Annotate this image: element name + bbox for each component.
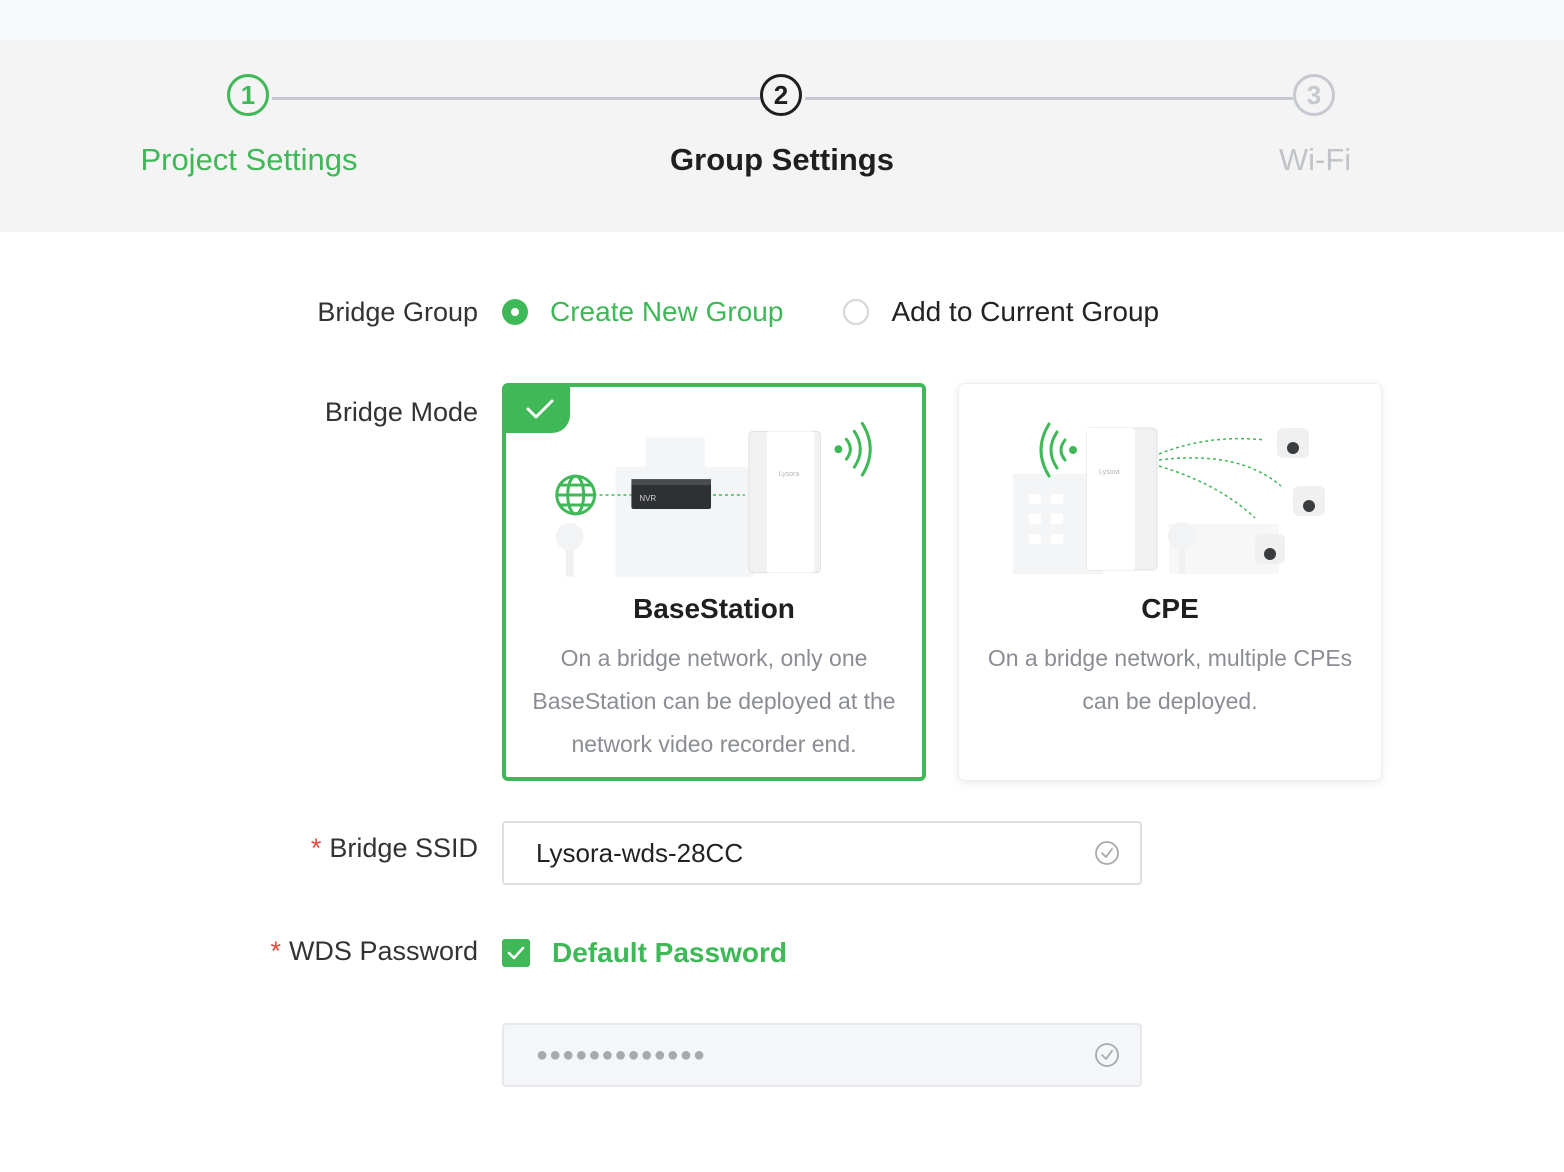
radio-create-new-group[interactable]: Create New Group: [502, 296, 783, 328]
check-icon: [507, 946, 525, 960]
wifi-signal-icon: [834, 421, 872, 477]
default-password-label: Default Password: [552, 937, 787, 968]
step-1-icon[interactable]: 1: [227, 74, 269, 116]
basestation-desc-line-3: network video recorder end.: [571, 731, 857, 757]
step-2-label: Group Settings: [670, 142, 894, 177]
cpe-desc-line-2: can be deployed.: [1082, 688, 1258, 714]
bridge-device-icon: Lysora: [1086, 427, 1158, 571]
step-3-icon: 3: [1293, 74, 1335, 116]
radio-create-new-group-label: Create New Group: [550, 296, 784, 327]
camera-icon: [1255, 534, 1285, 564]
step-3-number: 3: [1306, 79, 1322, 110]
cpe-desc-line-1: On a bridge network, multiple CPEs: [987, 645, 1353, 671]
wds-password-label: * WDS Password: [270, 936, 478, 967]
password-masked-value: ●●●●●●●●●●●●●: [536, 1043, 707, 1066]
wifi-signal-icon: [1039, 422, 1077, 478]
bridge-ssid-label: * Bridge SSID: [311, 833, 478, 864]
bridge-mode-label: Bridge Mode: [324, 397, 478, 427]
wds-password-label-text: WDS Password: [288, 936, 478, 966]
basestation-title: BaseStation: [633, 593, 795, 624]
step-connector-1: [272, 97, 760, 100]
check-circle-icon: [1095, 841, 1119, 865]
step-1-number: 1: [240, 79, 256, 110]
camera-icon: [1293, 486, 1325, 516]
required-mark: *: [310, 833, 322, 863]
camera-icon: [1277, 428, 1309, 458]
selected-badge: [506, 387, 570, 433]
device-brand-text: Lysora: [1099, 469, 1120, 476]
check-circle-icon: [1095, 1043, 1119, 1067]
radio-add-to-current-group[interactable]: Add to Current Group: [843, 296, 1159, 328]
stepper: [0, 40, 1564, 232]
bridge-device-icon: Lysora: [748, 430, 821, 574]
device-brand-text: Lysora: [779, 471, 800, 478]
bridge-ssid-label-text: Bridge SSID: [329, 833, 478, 863]
wds-password-input[interactable]: ●●●●●●●●●●●●●: [502, 1023, 1142, 1087]
cpe-title: CPE: [1141, 593, 1199, 624]
cpe-description: On a bridge network, multiple CPEs can b…: [973, 637, 1367, 723]
step-2-number: 2: [773, 79, 789, 110]
cpe-illustration: Lysora: [1013, 422, 1325, 574]
bridge-group-label: Bridge Group: [317, 297, 478, 327]
basestation-description: On a bridge network, only one BaseStatio…: [520, 637, 908, 766]
bridge-ssid-input[interactable]: Lysora-wds-28CC: [502, 821, 1142, 885]
bridge-group-radio-group: Create New Group Add to Current Group: [502, 296, 1159, 328]
radio-add-to-current-group-label: Add to Current Group: [891, 296, 1160, 327]
mode-card-cpe[interactable]: Lysora CPE On a bridge network, multiple…: [958, 383, 1382, 781]
step-3-label: Wi-Fi: [1278, 142, 1352, 177]
globe-icon: [555, 474, 597, 516]
step-connector-2: [805, 97, 1293, 100]
check-icon: [526, 399, 554, 419]
link-arrows: [1158, 437, 1282, 519]
mode-card-basestation[interactable]: NVR Lysora BaseStation On a bridge netwo…: [502, 383, 926, 781]
basestation-desc-line-2: BaseStation can be deployed at the: [532, 688, 896, 714]
step-1-label[interactable]: Project Settings: [69, 142, 429, 178]
radio-checked-icon: [502, 299, 528, 325]
checkbox-checked-icon: [502, 939, 530, 967]
step-2-icon[interactable]: 2: [760, 74, 802, 116]
top-bar: [0, 0, 1564, 40]
default-password-checkbox[interactable]: Default Password: [502, 937, 787, 969]
bridge-ssid-value: Lysora-wds-28CC: [536, 837, 744, 868]
required-mark: *: [270, 936, 281, 966]
nvr-text: NVR: [639, 494, 656, 503]
nvr-device-icon: NVR: [631, 479, 712, 509]
basestation-desc-line-1: On a bridge network, only one: [560, 645, 868, 671]
radio-unchecked-icon: [843, 299, 870, 325]
